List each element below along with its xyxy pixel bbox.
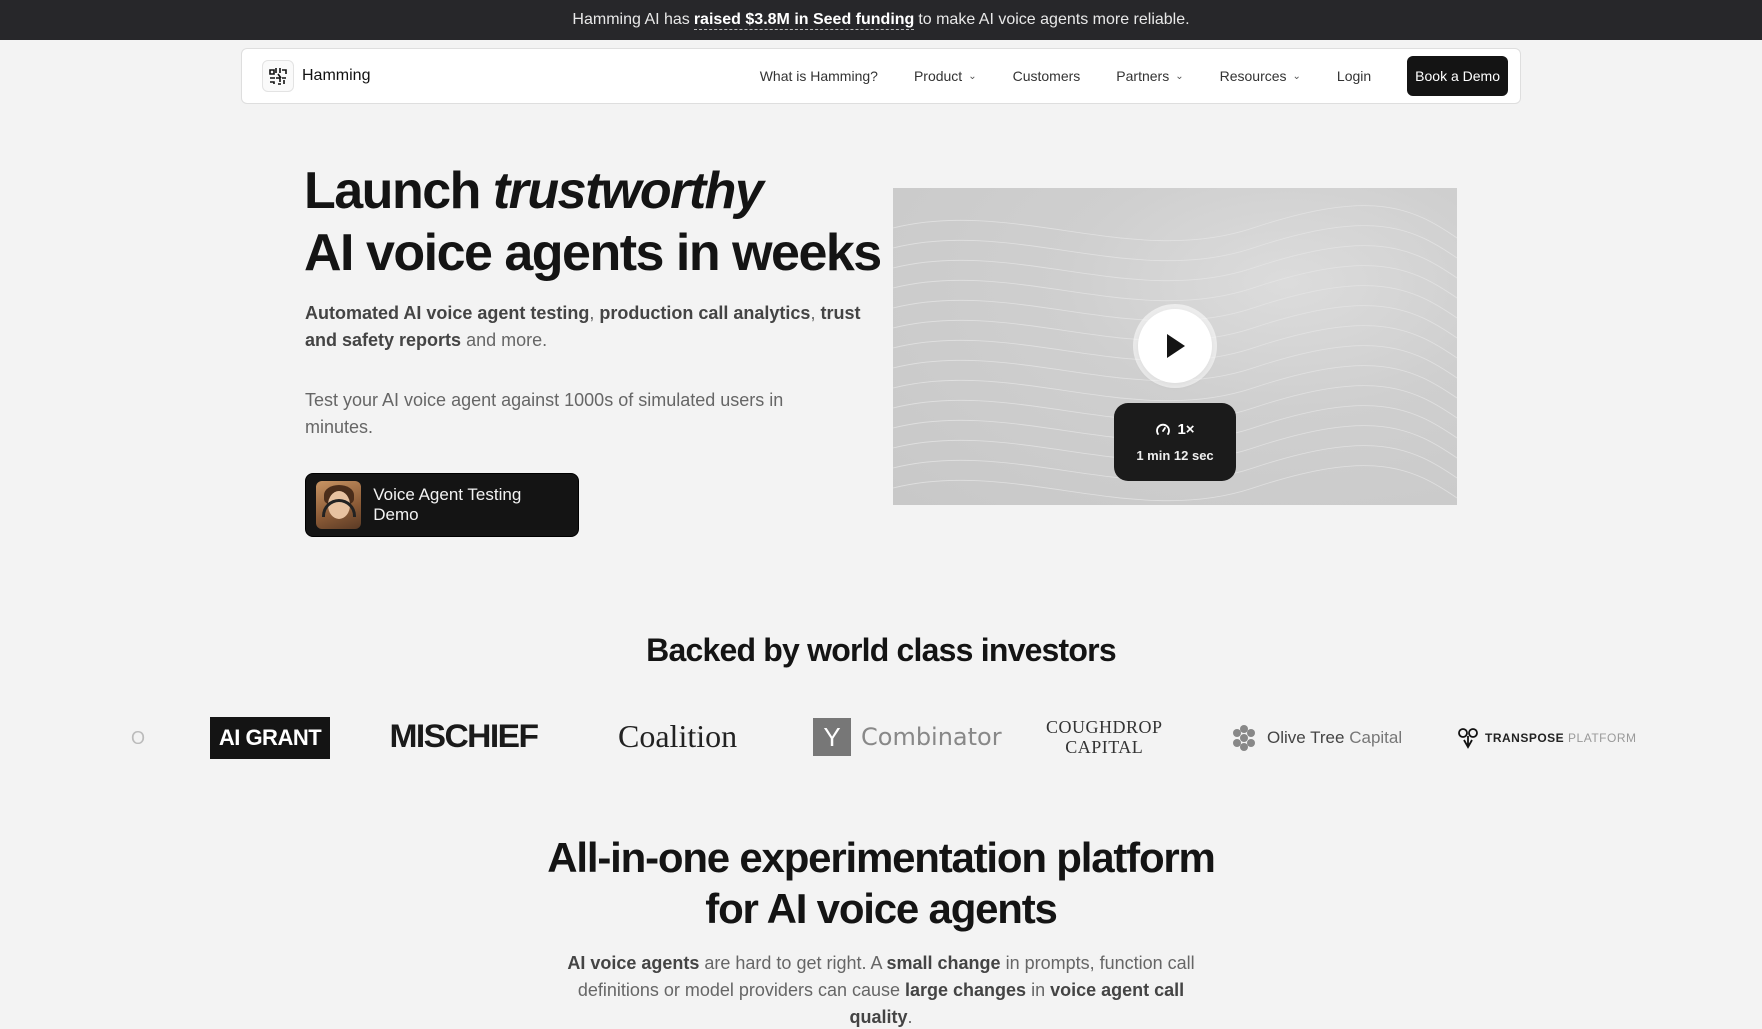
hero-sub-sep-2: ,	[810, 303, 821, 323]
brand-name: Hamming	[302, 67, 371, 84]
brand-link[interactable]: Hamming	[262, 60, 370, 92]
speed-gauge-icon	[1156, 423, 1171, 435]
nav-item-label: Resources	[1219, 68, 1287, 84]
nav-item-product[interactable]: Product ⌄	[914, 68, 977, 84]
y-combinator-logo: Y Combinator	[813, 718, 1002, 756]
chevron-down-icon: ⌄	[1292, 70, 1301, 82]
transpose-a: TRANSPOSE	[1485, 731, 1565, 745]
yc-text: Combinator	[861, 723, 1002, 751]
play-icon	[1167, 334, 1185, 358]
platform-sub-bold-3: large changes	[905, 980, 1027, 1000]
chevron-down-icon: ⌄	[968, 70, 977, 82]
hero-video[interactable]: 1× 1 min 12 sec	[893, 188, 1457, 505]
hero-subtitle-2: Test your AI voice agent against 1000s o…	[305, 390, 784, 437]
platform-sub-text-4: .	[907, 1007, 913, 1027]
demo-button-label: Voice Agent Testing Demo	[373, 485, 522, 524]
hero-sub-sep-1: ,	[589, 303, 600, 323]
investors-title: Backed by world class investors	[646, 632, 1116, 668]
funding-link[interactable]: raised $3.8M in Seed funding	[693, 11, 915, 30]
nav-item-customers[interactable]: Customers	[1013, 68, 1081, 84]
hero-title-line2: AI voice agents in weeks	[304, 224, 882, 282]
coughdrop-capital-logo: COUGHDROP CAPITAL	[1046, 717, 1163, 757]
main-nav: Hamming What is Hamming? Product ⌄ Custo…	[241, 48, 1521, 104]
platform-sub-text-1: are hard to get right. A	[699, 953, 887, 973]
nav-item-label: Partners	[1116, 68, 1170, 84]
announcement-bar: Hamming AI has raised $3.8M in Seed fund…	[0, 0, 1762, 40]
olive-tree-capital-logo: Olive Tree Capital	[1229, 723, 1402, 753]
coalition-logo: Coalition	[618, 718, 738, 754]
coughdrop-line2: CAPITAL	[1065, 737, 1144, 757]
nav-item-label: Product	[913, 68, 963, 84]
platform-title-line2: for AI voice agents	[705, 885, 1058, 932]
hero-title: Launch trustworthy AI voice agents in we…	[304, 160, 904, 284]
partial-logo: O	[131, 728, 146, 748]
hamming-logo-icon	[262, 60, 294, 92]
hero-title-trustworthy: trustworthy	[492, 162, 764, 220]
hero-sub-end: and more.	[461, 330, 548, 350]
yc-mark: Y	[813, 718, 851, 756]
nav-item-label: What is Hamming?	[759, 68, 878, 84]
voice-agent-demo-button[interactable]: Voice Agent Testing Demo	[305, 473, 579, 537]
transpose-b: PLATFORM	[1568, 731, 1637, 745]
hero-subtitle: Automated AI voice agent testing, produc…	[305, 300, 875, 354]
speed-label: 1×	[1177, 421, 1195, 438]
nav-item-partners[interactable]: Partners ⌄	[1116, 68, 1183, 84]
nav-item-label: Login	[1336, 68, 1372, 84]
mischief-logo: MISCHIEF	[389, 718, 539, 754]
ai-grant-logo: AI GRANT	[210, 717, 330, 759]
video-duration: 1 min 12 sec	[1136, 448, 1214, 463]
nav-item-login[interactable]: Login	[1337, 68, 1371, 84]
coughdrop-line1: COUGHDROP	[1046, 717, 1163, 737]
platform-subtitle: AI voice agents are hard to get right. A…	[551, 950, 1211, 1029]
chevron-down-icon: ⌄	[1175, 70, 1184, 82]
hero-sub-bold-2: production call analytics	[599, 303, 811, 323]
nav-items: What is Hamming? Product ⌄ Customers Par…	[760, 56, 1508, 96]
playback-info: 1× 1 min 12 sec	[1114, 403, 1236, 481]
announcement-text-pre: Hamming AI has	[572, 11, 690, 28]
nav-item-what-is-hamming[interactable]: What is Hamming?	[760, 68, 878, 84]
olive-tree-icon	[1233, 725, 1255, 751]
speed-toggle[interactable]: 1×	[1155, 421, 1195, 438]
nav-item-resources[interactable]: Resources ⌄	[1220, 68, 1301, 84]
olive-capital: Capital	[1349, 728, 1403, 747]
platform-title: All-in-one experimentation platform for …	[0, 832, 1762, 934]
platform-sub-bold-1: AI voice agents	[567, 953, 700, 973]
investor-logos: O AI GRANT MISCHIEF Coalition Y Combinat…	[0, 712, 1762, 768]
announcement-text-post: to make AI voice agents more reliable.	[918, 11, 1190, 28]
olive-name: Olive Tree	[1267, 728, 1345, 747]
transpose-icon	[1458, 728, 1478, 749]
platform-title-line1: All-in-one experimentation platform	[547, 834, 1216, 881]
transpose-platform-logo: TRANSPOSE PLATFORM	[1457, 727, 1636, 749]
book-demo-button[interactable]: Book a Demo	[1407, 56, 1508, 96]
platform-sub-bold-2: small change	[886, 953, 1001, 973]
hero-sub-bold-1: Automated AI voice agent testing	[305, 303, 590, 323]
platform-sub-text-3: in	[1026, 980, 1051, 1000]
avatar	[316, 481, 362, 529]
nav-item-label: Customers	[1012, 68, 1081, 84]
play-button[interactable]	[1138, 309, 1212, 383]
hero-title-launch: Launch	[304, 162, 493, 220]
